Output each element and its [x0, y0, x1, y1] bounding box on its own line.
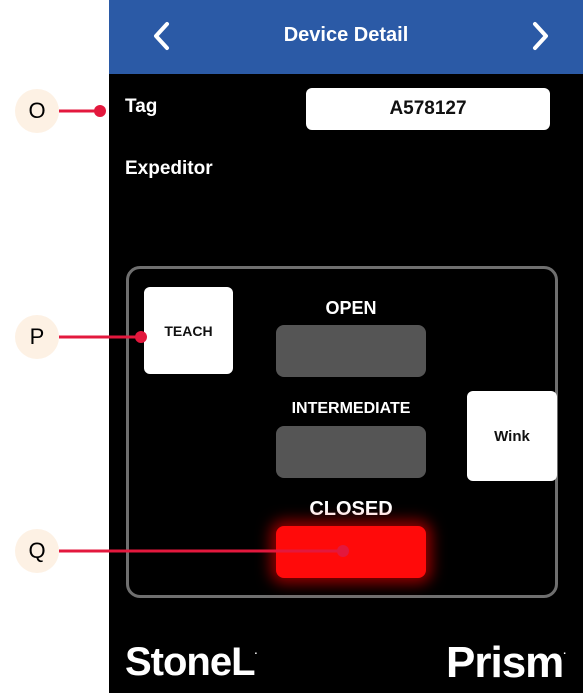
callout-dot-p [135, 331, 147, 343]
callout-dot-q [337, 545, 349, 557]
callout-q: Q [15, 529, 59, 573]
callout-o: O [15, 89, 59, 133]
callout-lines [59, 105, 349, 557]
callout-p: P [15, 315, 59, 359]
callout-dot-o [94, 105, 106, 117]
